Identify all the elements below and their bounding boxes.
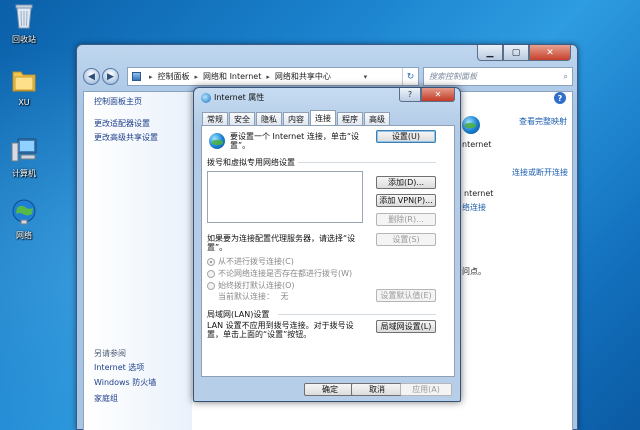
lan-settings-button[interactable]: 局域网设置(L): [376, 320, 436, 333]
control-panel-home-link[interactable]: 控制面板主页: [94, 96, 142, 107]
lan-text-line1: LAN 设置不应用到拨号连接。对于拨号设: [207, 321, 354, 330]
window-controls: ▁ ▢ ✕: [477, 45, 571, 61]
setup-text-line2: 置”。: [230, 141, 251, 150]
ok-button[interactable]: 确定: [304, 383, 356, 396]
help-icon[interactable]: ?: [554, 92, 566, 104]
breadcrumb-chevron-icon: ▸: [266, 72, 270, 81]
control-panel-icon: [132, 72, 141, 81]
radio-label: 始终拨打默认连接(O): [218, 281, 295, 290]
tab-content[interactable]: 内容: [283, 112, 309, 125]
dialog-titlebar: Internet 属性: [201, 92, 264, 103]
task-pane: 控制面板主页 更改适配器设置 更改高级共享设置 另请参阅 Internet 选项…: [84, 92, 192, 430]
desktop-icon-label: 计算机: [12, 169, 36, 178]
search-placeholder: 搜索控制面板: [429, 72, 477, 81]
search-input[interactable]: 搜索控制面板 ⌕: [423, 67, 573, 86]
dialog-controls: ? ✕: [399, 88, 455, 102]
search-icon[interactable]: ⌕: [564, 72, 568, 82]
radio-dial-when-no-network[interactable]: 不论网络连接是否存在都进行拨号(W): [207, 268, 352, 279]
breadcrumb-control-panel[interactable]: 控制面板: [158, 71, 190, 82]
breadcrumb-chevron-icon: ▸: [149, 72, 153, 81]
internet-options-icon: [201, 92, 211, 103]
radio-indicator: [207, 281, 215, 290]
windows-firewall-link[interactable]: Windows 防火墙: [94, 377, 156, 388]
desktop-icon-recycle-bin[interactable]: 回收站: [2, 2, 46, 45]
dialup-connections-list[interactable]: [207, 171, 363, 223]
tab-programs[interactable]: 程序: [337, 112, 363, 125]
dialup-group-title: 拨号和虚拟专用网络设置: [207, 158, 295, 167]
help-button[interactable]: ?: [399, 88, 421, 102]
current-default-label: 当前默认连接： 无: [218, 292, 289, 301]
computer-icon: [11, 138, 37, 162]
radio-label: 从不进行拨号连接(C): [218, 257, 294, 266]
internet-properties-dialog: Internet 属性 ? ✕ 常规 安全 隐私 内容 连接 程序 高级 要设置…: [193, 87, 461, 402]
setup-button[interactable]: 设置(U): [376, 130, 436, 143]
group-divider: [278, 314, 436, 315]
dialog-title: Internet 属性: [214, 93, 265, 102]
access-point-text: 问点。: [462, 267, 486, 276]
change-advanced-sharing-link[interactable]: 更改高级共享设置: [94, 132, 158, 143]
tab-connections[interactable]: 连接: [310, 110, 336, 125]
maximize-icon[interactable]: ▢: [503, 45, 529, 61]
internet-access-label: nternet: [464, 189, 494, 198]
recycle-bin-icon: [15, 4, 33, 29]
breadcrumb-chevron-icon: ▸: [194, 72, 199, 81]
add-vpn-button[interactable]: 添加 VPN(P)...: [376, 194, 436, 207]
network-icon: [12, 199, 36, 225]
settings-button[interactable]: 设置(S): [376, 233, 436, 246]
desktop-icon-label: 回收站: [12, 35, 36, 44]
breadcrumb-chevron-icon: ▾: [363, 72, 368, 81]
delete-button[interactable]: 删除(R)...: [376, 213, 436, 226]
homegroup-link[interactable]: 家庭组: [94, 393, 118, 404]
connections-panel: 要设置一个 Internet 连接，单击“设 置”。 设置(U) 拨号和虚拟专用…: [201, 125, 455, 377]
internet-options-link[interactable]: Internet 选项: [94, 362, 144, 373]
cancel-button[interactable]: 取消: [351, 383, 403, 396]
breadcrumb-network-sharing-center[interactable]: 网络和共享中心: [275, 71, 331, 82]
change-adapter-settings-link[interactable]: 更改适配器设置: [94, 118, 150, 129]
refresh-icon[interactable]: ↻: [402, 68, 418, 85]
radio-indicator: [207, 257, 215, 266]
network-globe-icon: [209, 133, 225, 149]
apply-button[interactable]: 应用(A): [400, 383, 452, 396]
back-arrow-icon[interactable]: ◀: [83, 68, 100, 85]
address-bar[interactable]: ▸ 控制面板 ▸ 网络和 Internet ▸ 网络和共享中心 ▾ ↻: [127, 67, 419, 86]
user-folder-icon: [12, 71, 36, 92]
dialog-close-button[interactable]: ✕: [421, 88, 455, 102]
radio-never-dial[interactable]: 从不进行拨号连接(C): [207, 256, 294, 267]
local-area-connection-link[interactable]: 络连接: [462, 202, 486, 213]
current-default-caption: 当前默认连接：: [218, 292, 274, 301]
desktop-icon-label: 网络: [16, 231, 32, 240]
current-default-value: 无: [280, 292, 289, 301]
tab-advanced[interactable]: 高级: [364, 112, 390, 125]
navigation-bar: ◀ ▶ ▸ 控制面板 ▸ 网络和 Internet ▸ 网络和共享中心 ▾ ↻ …: [83, 67, 573, 87]
radio-always-dial-default[interactable]: 始终拨打默认连接(O): [207, 280, 295, 291]
radio-label: 不论网络连接是否存在都进行拨号(W): [218, 269, 353, 278]
see-also-heading: 另请参阅: [94, 349, 126, 358]
radio-indicator: [207, 269, 215, 278]
lan-text-line2: 置，单击上面的“设置”按钮。: [207, 330, 312, 339]
tab-general[interactable]: 常规: [202, 112, 228, 125]
desktop-icon-user-folder[interactable]: XU: [2, 66, 46, 107]
add-button[interactable]: 添加(D)...: [376, 176, 436, 189]
group-divider: [298, 162, 436, 163]
setup-text-line1: 要设置一个 Internet 连接，单击“设: [230, 132, 359, 141]
connect-disconnect-link[interactable]: 连接或断开连接: [512, 167, 568, 178]
tab-security[interactable]: 安全: [229, 112, 255, 125]
view-full-map-link[interactable]: 查看完整映射: [519, 116, 567, 127]
proxy-text-line2: 置”。: [207, 243, 228, 252]
minimize-icon[interactable]: ▁: [477, 45, 503, 61]
lan-group-title: 局域网(LAN)设置: [207, 310, 270, 319]
desktop-icon-network[interactable]: 网络: [2, 198, 46, 241]
internet-label: nternet: [462, 140, 492, 149]
internet-globe-icon: [462, 116, 480, 134]
desktop-icon-label: XU: [18, 98, 30, 107]
breadcrumb-network-internet[interactable]: 网络和 Internet: [203, 71, 261, 82]
tab-privacy[interactable]: 隐私: [256, 112, 282, 125]
desktop-icon-computer[interactable]: 计算机: [2, 136, 46, 179]
set-default-button[interactable]: 设置默认值(E): [376, 289, 436, 302]
proxy-text-line1: 如果要为连接配置代理服务器，请选择“设: [207, 234, 356, 243]
forward-arrow-icon[interactable]: ▶: [102, 68, 119, 85]
close-icon[interactable]: ✕: [529, 45, 571, 61]
tab-strip: 常规 安全 隐私 内容 连接 程序 高级: [202, 110, 391, 125]
